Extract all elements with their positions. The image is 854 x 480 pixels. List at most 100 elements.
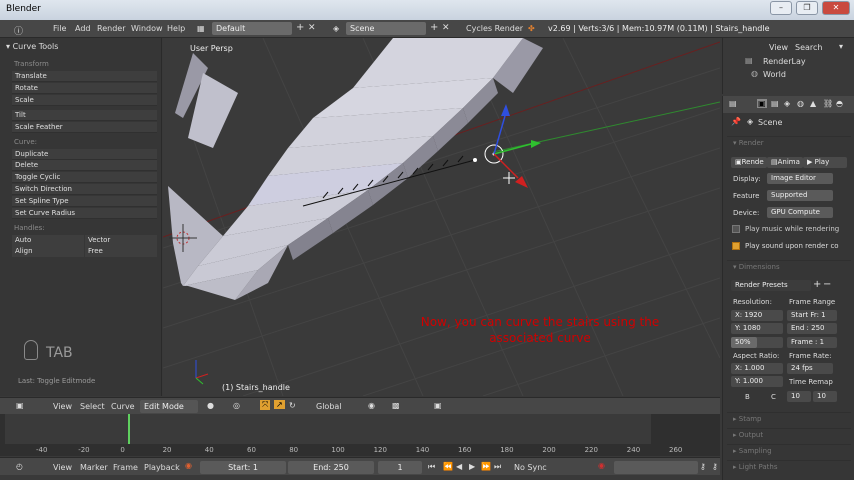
- remove-screen-icon[interactable]: ✕: [308, 23, 316, 33]
- outliner-item-world[interactable]: World: [763, 70, 786, 79]
- proportional-edit-icon[interactable]: ◉: [368, 401, 375, 410]
- time-remap-new-field[interactable]: 10: [813, 391, 837, 402]
- tilt-button[interactable]: Tilt: [12, 110, 157, 121]
- render-preview-icon[interactable]: ▣: [434, 401, 442, 410]
- start-frame-field[interactable]: Start: 1: [200, 461, 286, 474]
- render-layers-tab-icon[interactable]: ▤: [771, 99, 779, 108]
- scene-tab-icon[interactable]: ◈: [784, 99, 790, 108]
- menu-window[interactable]: Window: [131, 24, 163, 33]
- render-engine-select[interactable]: Cycles Render: [466, 24, 523, 33]
- light-paths-panel-header[interactable]: ▸ Light Paths: [727, 460, 851, 472]
- play-music-checkbox[interactable]: [732, 225, 740, 233]
- handle-auto-button[interactable]: Auto: [12, 235, 84, 246]
- menu-select[interactable]: Select: [80, 402, 105, 411]
- menu-help[interactable]: Help: [167, 24, 185, 33]
- manipulator-toggle-icon[interactable]: ⤧: [260, 400, 271, 410]
- jump-end-icon[interactable]: ⏭: [494, 462, 501, 472]
- dimensions-panel-header[interactable]: ▾ Dimensions: [727, 260, 851, 272]
- end-frame-field[interactable]: End: 250: [288, 461, 374, 474]
- y-handle[interactable]: [493, 143, 532, 155]
- timeline-menu-playback[interactable]: Playback: [144, 463, 180, 472]
- shading-icon[interactable]: ●: [207, 401, 214, 410]
- timeline[interactable]: [0, 414, 720, 456]
- resolution-y-field[interactable]: Y: 1080: [731, 323, 783, 334]
- render-tab-icon[interactable]: ▣: [757, 99, 767, 108]
- set-curve-radius-button[interactable]: Set Curve Radius: [12, 208, 157, 219]
- play-reverse-icon[interactable]: ◀: [456, 462, 462, 471]
- sampling-panel-header[interactable]: ▸ Sampling: [727, 444, 851, 456]
- constraints-tab-icon[interactable]: ⛓: [823, 99, 833, 108]
- delete-keyframe-icon[interactable]: ⚷: [712, 462, 718, 471]
- world-tab-icon[interactable]: ◍: [797, 99, 804, 108]
- timeline-menu-view[interactable]: View: [53, 463, 72, 472]
- scene-icon[interactable]: ◈: [333, 24, 339, 33]
- border-label[interactable]: B: [745, 393, 750, 401]
- play-animation-button[interactable]: ▶ Play: [803, 157, 847, 168]
- render-image-button[interactable]: ▣Rende: [731, 157, 767, 168]
- start-frame-prop-field[interactable]: Start Fr: 1: [787, 310, 837, 321]
- scale-feather-button[interactable]: Scale Feather: [12, 122, 157, 133]
- next-keyframe-icon[interactable]: ⏩: [481, 462, 491, 471]
- sync-mode-select[interactable]: No Sync: [514, 463, 547, 472]
- menu-add[interactable]: Add: [75, 24, 91, 33]
- prev-keyframe-icon[interactable]: ⏪: [443, 462, 453, 471]
- scene-field[interactable]: Scene: [346, 22, 426, 35]
- aspect-x-field[interactable]: X: 1.000: [731, 363, 783, 374]
- record-icon[interactable]: ◉: [598, 461, 605, 470]
- end-frame-prop-field[interactable]: End : 250: [787, 323, 837, 334]
- maximize-button[interactable]: ❐: [796, 1, 818, 15]
- timeline-editor-icon[interactable]: ◴: [16, 462, 23, 471]
- preview-range-icon[interactable]: ◉: [185, 461, 192, 470]
- translate-manipulator-icon[interactable]: ↗: [274, 400, 285, 409]
- jump-start-icon[interactable]: ⏮: [428, 462, 435, 472]
- render-animation-button[interactable]: ▤Anima: [767, 157, 803, 168]
- menu-render[interactable]: Render: [97, 24, 125, 33]
- timeline-menu-marker[interactable]: Marker: [80, 463, 108, 472]
- aspect-y-field[interactable]: Y: 1.000: [731, 376, 783, 387]
- frame-step-field[interactable]: Frame : 1: [787, 337, 837, 348]
- curve-vertex[interactable]: [473, 158, 477, 162]
- device-select[interactable]: GPU Compute: [767, 207, 833, 218]
- insert-keyframe-icon[interactable]: ⚷: [700, 462, 706, 471]
- switch-direction-button[interactable]: Switch Direction: [12, 184, 157, 195]
- object-tab-icon[interactable]: ▲: [810, 99, 816, 108]
- render-panel-header[interactable]: ▾ Render: [727, 136, 851, 148]
- frame-rate-select[interactable]: 24 fps: [787, 363, 833, 374]
- menu-file[interactable]: File: [53, 24, 66, 33]
- time-remap-old-field[interactable]: 10: [787, 391, 811, 402]
- render-presets-menu[interactable]: Render Presets: [731, 280, 811, 291]
- outliner-item-renderlayer[interactable]: RenderLay: [763, 57, 806, 66]
- minimize-button[interactable]: –: [770, 1, 792, 15]
- outliner-menu-search[interactable]: Search: [795, 43, 822, 52]
- feature-select[interactable]: Supported: [767, 190, 833, 201]
- remove-scene-icon[interactable]: ✕: [442, 23, 450, 33]
- current-frame-marker[interactable]: [128, 414, 131, 444]
- stamp-panel-header[interactable]: ▸ Stamp: [727, 412, 851, 424]
- duplicate-button[interactable]: Duplicate: [12, 149, 157, 160]
- menu-view[interactable]: View: [53, 402, 72, 411]
- handle-vector-button[interactable]: Vector: [85, 235, 157, 246]
- display-select[interactable]: Image Editor: [767, 173, 833, 184]
- delete-button[interactable]: Delete: [12, 160, 157, 171]
- data-tab-icon[interactable]: ◓: [836, 99, 843, 108]
- outliner-menu-view[interactable]: View: [769, 43, 788, 52]
- orientation-select[interactable]: Global: [316, 402, 342, 411]
- resolution-percentage-slider[interactable]: 50%: [731, 337, 783, 348]
- add-screen-icon[interactable]: +: [296, 22, 304, 33]
- tool-shelf-title[interactable]: ▾ Curve Tools: [6, 42, 58, 51]
- play-sound-checkbox[interactable]: [732, 242, 740, 250]
- timeline-menu-frame[interactable]: Frame: [113, 463, 138, 472]
- remove-preset-icon[interactable]: −: [823, 279, 831, 290]
- menu-curve[interactable]: Curve: [111, 402, 135, 411]
- pin-icon[interactable]: 📌: [731, 117, 741, 126]
- info-editor-icon[interactable]: ⓘ: [14, 24, 23, 37]
- editor-type-icon[interactable]: ▣: [16, 401, 24, 410]
- screen-layout-field[interactable]: Default: [212, 22, 292, 35]
- outliner-filter-icon[interactable]: ▾: [839, 42, 843, 51]
- z-handle[interactable]: [493, 115, 506, 155]
- play-icon[interactable]: ▶: [469, 462, 475, 471]
- pivot-icon[interactable]: ◎: [233, 401, 240, 410]
- crop-label[interactable]: C: [771, 393, 776, 401]
- close-button[interactable]: ✕: [822, 1, 850, 15]
- add-preset-icon[interactable]: +: [813, 279, 821, 290]
